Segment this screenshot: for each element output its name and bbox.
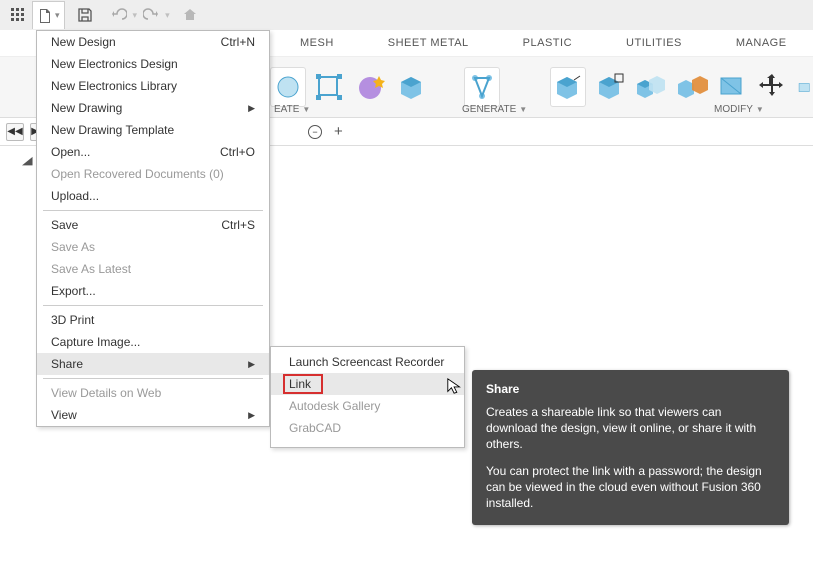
menu-view[interactable]: View — [37, 404, 269, 426]
undo-icon[interactable] — [105, 1, 133, 29]
share-submenu: Launch Screencast Recorder Link Autodesk… — [270, 346, 465, 448]
tooltip-paragraph: You can protect the link with a password… — [486, 463, 775, 512]
group-modify-label: MODIFY — [714, 104, 753, 115]
new-form-icon[interactable] — [353, 67, 388, 107]
frame-tool-icon[interactable] — [312, 67, 347, 107]
modify-tool-1-icon[interactable] — [550, 67, 586, 107]
tab-mesh[interactable]: MESH — [300, 37, 334, 49]
tab-plastic[interactable]: PLASTIC — [523, 37, 572, 49]
submenu-grabcad: GrabCAD — [271, 417, 464, 439]
generate-tool-icon[interactable] — [464, 67, 500, 107]
delete-tool-icon[interactable] — [796, 67, 813, 107]
add-doc-icon[interactable]: + — [334, 123, 343, 140]
share-tooltip: Share Creates a shareable link so that v… — [472, 370, 789, 525]
menu-3d-print[interactable]: 3D Print — [37, 309, 269, 331]
menu-separator — [43, 210, 263, 211]
new-file-dropdown[interactable]: ▾ — [32, 1, 65, 29]
save-icon[interactable] — [71, 1, 99, 29]
group-generate-label: GENERATE — [462, 104, 516, 115]
menu-capture-image[interactable]: Capture Image... — [37, 331, 269, 353]
create-tool-icon[interactable] — [270, 67, 306, 107]
browser-tree-toggle-icon[interactable] — [22, 154, 33, 168]
menu-export[interactable]: Export... — [37, 280, 269, 302]
tab-sheetmetal[interactable]: SHEET METAL — [388, 37, 469, 49]
redo-caret[interactable]: ▾ — [165, 10, 170, 21]
menu-save-as: Save As — [37, 236, 269, 258]
menu-view-web: View Details on Web — [37, 382, 269, 404]
menu-new-electronics-library[interactable]: New Electronics Library — [37, 75, 269, 97]
menu-share[interactable]: Share — [37, 353, 269, 375]
tooltip-paragraph: Creates a shareable link so that viewers… — [486, 404, 775, 453]
home-icon[interactable] — [176, 1, 204, 29]
tab-utilities[interactable]: UTILITIES — [626, 37, 682, 49]
quick-access-toolbar: ▾ ▾ ▾ — [0, 0, 813, 30]
menu-new-design[interactable]: New DesignCtrl+N — [37, 31, 269, 53]
file-menu: New DesignCtrl+N New Electronics Design … — [36, 30, 270, 427]
nav-prev-icon[interactable]: ◀◀ — [6, 123, 24, 141]
move-tool-icon[interactable] — [755, 67, 790, 107]
submenu-gallery: Autodesk Gallery — [271, 395, 464, 417]
menu-save-latest: Save As Latest — [37, 258, 269, 280]
redo-icon[interactable] — [137, 1, 165, 29]
group-create-label: EATE — [274, 104, 299, 115]
box-tool-icon[interactable] — [393, 67, 428, 107]
apps-icon[interactable] — [4, 1, 32, 29]
submenu-screencast[interactable]: Launch Screencast Recorder — [271, 351, 464, 373]
tooltip-title: Share — [486, 382, 775, 396]
menu-save[interactable]: SaveCtrl+S — [37, 214, 269, 236]
modify-tool-4-icon[interactable] — [674, 67, 709, 107]
menu-separator — [43, 305, 263, 306]
menu-new-drawing[interactable]: New Drawing — [37, 97, 269, 119]
modify-tool-2-icon[interactable] — [592, 67, 627, 107]
menu-new-drawing-template[interactable]: New Drawing Template — [37, 119, 269, 141]
modify-tool-3-icon[interactable] — [633, 67, 668, 107]
menu-open[interactable]: Open...Ctrl+O — [37, 141, 269, 163]
modify-tool-5-icon[interactable] — [714, 67, 749, 107]
tab-manage[interactable]: MANAGE — [736, 37, 787, 49]
menu-separator — [43, 378, 263, 379]
close-doc-icon[interactable]: − — [308, 125, 322, 139]
submenu-link[interactable]: Link — [271, 373, 464, 395]
menu-new-electronics-design[interactable]: New Electronics Design — [37, 53, 269, 75]
menu-upload[interactable]: Upload... — [37, 185, 269, 207]
menu-recovered: Open Recovered Documents (0) — [37, 163, 269, 185]
